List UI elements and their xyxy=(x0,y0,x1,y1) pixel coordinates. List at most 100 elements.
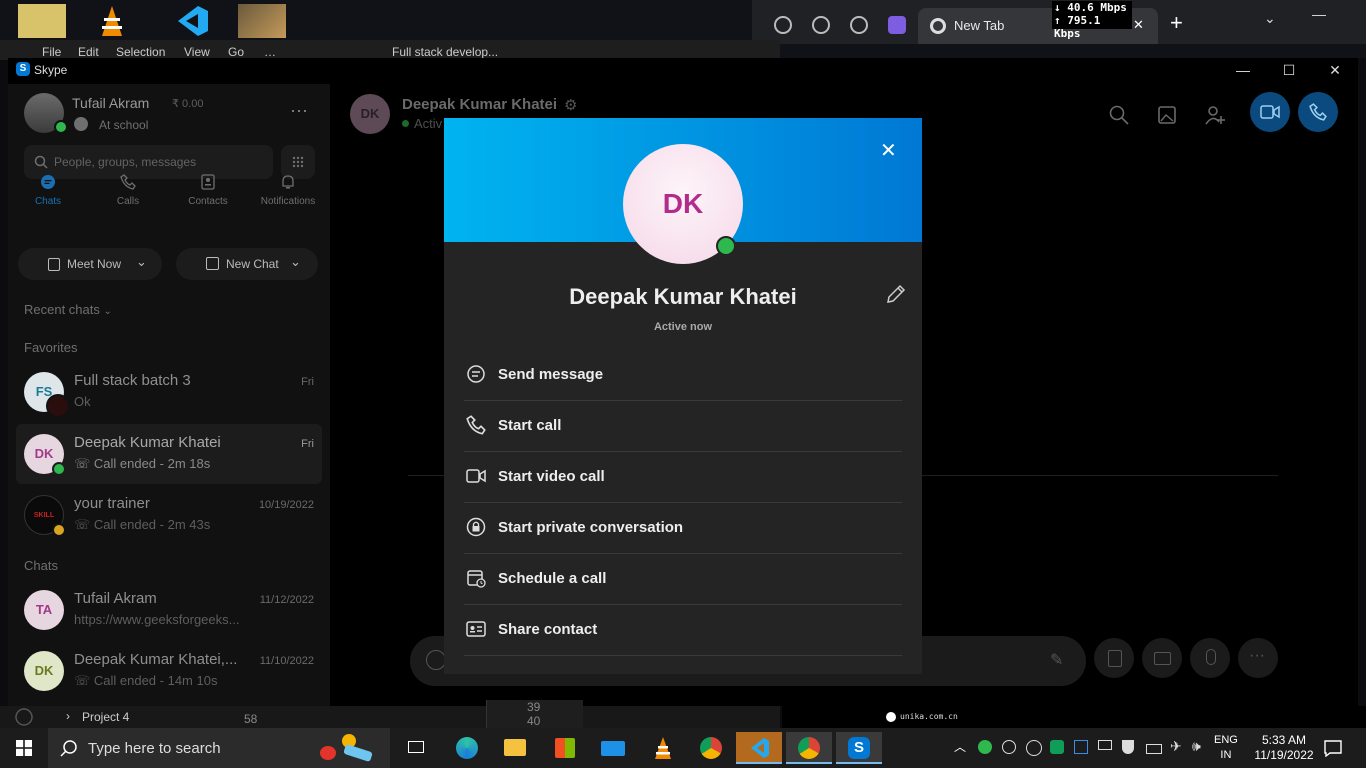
maximize-button[interactable]: ☐ xyxy=(1266,60,1312,80)
chat-row-full-stack-batch[interactable]: FS Full stack batch 3 Ok Fri xyxy=(16,362,322,422)
weather-widget-icon[interactable] xyxy=(314,734,384,763)
security-shield-icon[interactable] xyxy=(1122,740,1134,754)
meet-now-label: Meet Now xyxy=(67,257,122,271)
chat-row-your-trainer[interactable]: SKILL your trainer ☏ Call ended - 2m 43s… xyxy=(16,485,322,545)
microphone-button[interactable] xyxy=(1190,638,1230,678)
grid-tray-icon[interactable] xyxy=(1074,740,1088,754)
menu-go[interactable]: Go xyxy=(228,45,244,59)
language-indicator[interactable]: ENG IN xyxy=(1214,733,1238,763)
audio-call-button[interactable] xyxy=(1298,92,1338,132)
meet-now-icon xyxy=(48,258,60,271)
video-call-button[interactable] xyxy=(1250,92,1290,132)
search-icon[interactable] xyxy=(1108,104,1130,126)
pen-icon[interactable]: ✎ xyxy=(1050,650,1063,670)
menu-view[interactable]: View xyxy=(184,45,210,59)
notification-center-icon[interactable] xyxy=(1324,739,1342,757)
share-contact-action[interactable]: Share contact xyxy=(464,605,902,656)
globe-icon[interactable] xyxy=(850,16,868,34)
globe-icon[interactable] xyxy=(774,16,792,34)
menu-file[interactable]: File xyxy=(42,45,61,59)
close-button[interactable]: ✕ xyxy=(1312,60,1358,80)
battery-icon[interactable] xyxy=(1146,744,1162,754)
video-icon xyxy=(1260,105,1280,119)
canva-tab-icon[interactable] xyxy=(888,16,906,34)
menu-edit[interactable]: Edit xyxy=(78,45,99,59)
tab-close-icon[interactable]: ✕ xyxy=(1133,17,1144,33)
desktop-shortcut-icon[interactable] xyxy=(18,4,66,38)
nav-notifications[interactable]: Notifications xyxy=(248,174,328,207)
chat-row-deepak[interactable]: DK Deepak Kumar Khatei ☏ Call ended - 2m… xyxy=(16,424,322,484)
vscode-icon xyxy=(751,738,769,758)
chat-name: Deepak Kumar Khatei xyxy=(74,434,221,451)
vscode-taskbar-button[interactable] xyxy=(736,732,782,764)
emoji-icon[interactable] xyxy=(426,650,446,670)
vscode-menubar: File Edit Selection View Go … Full stack… xyxy=(0,40,780,60)
more-button[interactable]: ··· xyxy=(1238,638,1278,678)
taskbar-search-box[interactable]: Type here to search xyxy=(48,728,390,768)
account-icon[interactable] xyxy=(12,708,36,726)
volume-icon[interactable]: 🕪 xyxy=(1192,738,1208,754)
shield-check-icon[interactable] xyxy=(978,740,992,754)
menu-selection[interactable]: Selection xyxy=(116,45,165,59)
editor-pane: 39 40 xyxy=(486,700,583,728)
edge-taskbar-button[interactable] xyxy=(444,732,490,764)
vscode-search[interactable]: Full stack develop... xyxy=(392,45,498,59)
menu-more[interactable]: … xyxy=(264,45,276,59)
vscode-shortcut-icon[interactable] xyxy=(164,4,212,38)
start-video-call-action[interactable]: Start video call xyxy=(464,452,902,503)
recent-chats-dropdown[interactable]: Recent chats ⌄ xyxy=(24,302,112,317)
taskbar-clock[interactable]: 5:33 AM 11/19/2022 xyxy=(1246,733,1322,763)
microphone-icon xyxy=(1206,649,1216,665)
chevron-up-icon[interactable]: ︿ xyxy=(954,738,966,755)
skype-taskbar-button[interactable]: S xyxy=(836,732,882,764)
nav-contacts[interactable]: Contacts xyxy=(168,174,248,207)
gallery-icon[interactable] xyxy=(1156,104,1178,126)
chevron-right-icon[interactable]: › xyxy=(66,709,70,723)
globe-icon[interactable] xyxy=(812,16,830,34)
conversation-title[interactable]: Deepak Kumar Khatei xyxy=(402,96,557,113)
nav-chats[interactable]: Chats xyxy=(8,174,88,207)
store-icon xyxy=(555,738,575,758)
call-ended-icon: ☏ xyxy=(74,517,94,532)
windows-start-icon[interactable] xyxy=(16,740,32,756)
task-view-button[interactable] xyxy=(394,732,440,764)
nav-calls[interactable]: Calls xyxy=(88,174,168,207)
window-minimize-icon[interactable]: — xyxy=(1312,6,1326,22)
mail-taskbar-button[interactable] xyxy=(590,732,636,764)
display-icon[interactable] xyxy=(1098,740,1112,750)
file-explorer-taskbar-button[interactable] xyxy=(492,732,538,764)
wifi-icon[interactable]: ✈ xyxy=(1170,738,1186,754)
close-icon[interactable]: ✕ xyxy=(880,138,897,163)
send-file-button[interactable] xyxy=(1094,638,1134,678)
add-person-icon[interactable] xyxy=(1204,104,1226,126)
conversation-avatar[interactable]: DK xyxy=(350,94,390,134)
new-chat-button[interactable]: New Chat ⌄ xyxy=(176,248,318,280)
gear-icon[interactable]: ⚙ xyxy=(564,96,577,114)
app-tray-icon[interactable] xyxy=(1050,740,1064,754)
vlc-taskbar-button[interactable] xyxy=(640,732,686,764)
chat-row-tufail[interactable]: TA Tufail Akram https://www.geeksforgeek… xyxy=(16,580,322,640)
explorer-item[interactable]: Project 4 xyxy=(82,710,129,724)
edit-pencil-icon[interactable] xyxy=(884,282,908,306)
share-contact-button[interactable] xyxy=(1142,638,1182,678)
search-icon xyxy=(34,155,48,169)
vlc-shortcut-icon[interactable] xyxy=(88,4,136,38)
vscode-bottom-area: › Project 4 58 39 40 xyxy=(0,700,780,728)
minimize-button[interactable]: — xyxy=(1220,60,1266,80)
chrome-profile-taskbar-button[interactable] xyxy=(786,732,832,764)
more-options-icon[interactable]: ··· xyxy=(290,100,308,121)
network-status-icon[interactable] xyxy=(1026,740,1042,756)
new-tab-button[interactable]: + xyxy=(1170,10,1183,36)
chrome-taskbar-button[interactable] xyxy=(688,732,734,764)
schedule-call-action[interactable]: Schedule a call xyxy=(464,554,902,605)
webcam-icon[interactable] xyxy=(1002,740,1016,754)
action-label: Start private conversation xyxy=(498,519,684,536)
chat-row-deepak-group[interactable]: DK Deepak Kumar Khatei,... ☏ Call ended … xyxy=(16,641,322,701)
store-taskbar-button[interactable] xyxy=(542,732,588,764)
chevron-down-icon[interactable]: ⌄ xyxy=(1264,10,1276,27)
start-call-action[interactable]: Start call xyxy=(464,401,902,452)
game-shortcut-icon[interactable] xyxy=(238,4,286,38)
send-message-action[interactable]: Send message xyxy=(464,350,902,401)
start-private-conversation-action[interactable]: Start private conversation xyxy=(464,503,902,554)
meet-now-button[interactable]: Meet Now ⌄ xyxy=(18,248,162,280)
